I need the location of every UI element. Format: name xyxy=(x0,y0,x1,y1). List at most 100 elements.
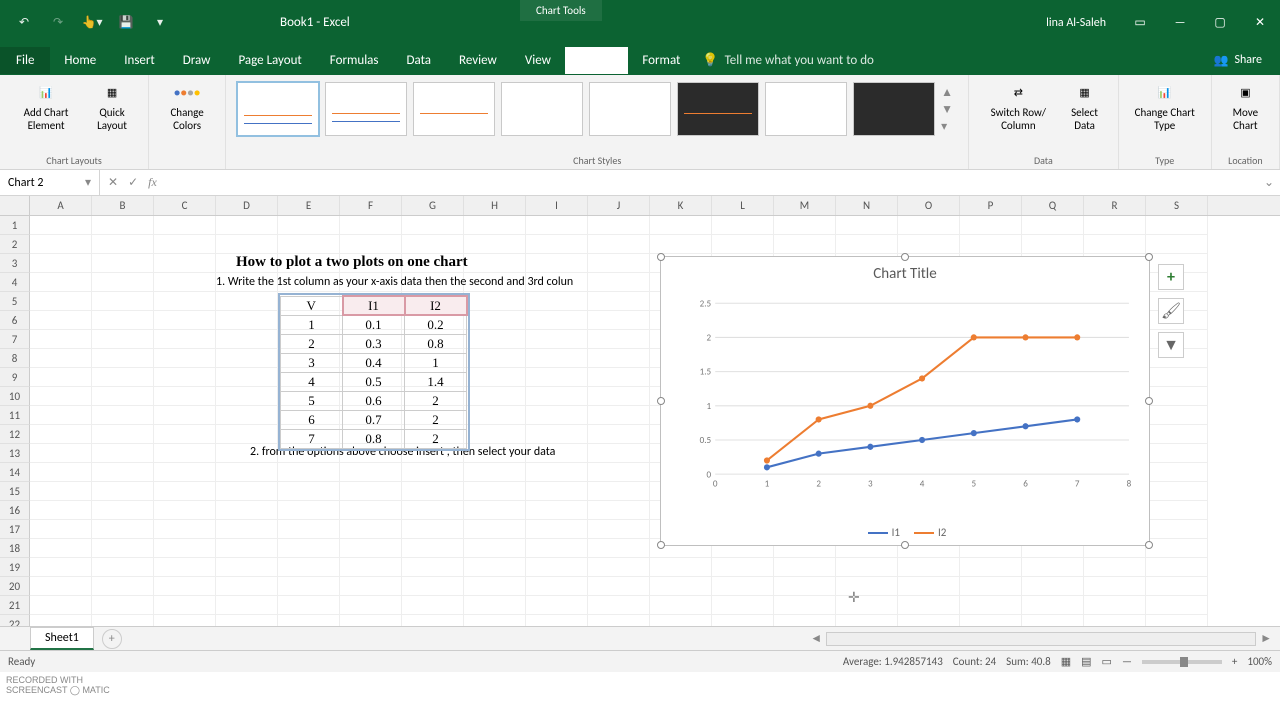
cell[interactable] xyxy=(464,558,526,577)
chart-style-5[interactable] xyxy=(589,82,671,136)
cell[interactable] xyxy=(30,349,92,368)
cell[interactable] xyxy=(588,539,650,558)
cell[interactable] xyxy=(464,501,526,520)
cell[interactable] xyxy=(898,615,960,626)
cell[interactable] xyxy=(526,520,588,539)
cell[interactable] xyxy=(154,425,216,444)
share-button[interactable]: 👥 Share xyxy=(1195,53,1280,68)
cell[interactable] xyxy=(588,349,650,368)
column-header[interactable]: Q xyxy=(1022,196,1084,215)
chart-legend[interactable]: .m1::after{background:#4472c4}I1 I2 xyxy=(661,526,1149,539)
row-header[interactable]: 21 xyxy=(0,596,30,615)
table-cell[interactable]: 3 xyxy=(281,353,343,372)
cell[interactable] xyxy=(526,577,588,596)
cell[interactable] xyxy=(92,501,154,520)
cell[interactable] xyxy=(92,235,154,254)
table-cell[interactable]: 2 xyxy=(405,391,467,410)
cell[interactable] xyxy=(526,425,588,444)
chart-elements-button[interactable]: + xyxy=(1158,264,1184,290)
chart-style-8[interactable] xyxy=(853,82,935,136)
cell[interactable] xyxy=(216,501,278,520)
cell[interactable] xyxy=(1022,558,1084,577)
cell[interactable] xyxy=(898,558,960,577)
table-header[interactable]: I1 xyxy=(343,296,405,315)
cell[interactable] xyxy=(960,235,1022,254)
cell[interactable] xyxy=(526,254,588,273)
cell[interactable] xyxy=(402,482,464,501)
cell[interactable] xyxy=(92,368,154,387)
cell[interactable] xyxy=(588,425,650,444)
cell[interactable] xyxy=(1146,368,1208,387)
cell[interactable] xyxy=(960,596,1022,615)
column-header[interactable]: C xyxy=(154,196,216,215)
cell[interactable] xyxy=(278,501,340,520)
cell[interactable] xyxy=(588,216,650,235)
cell[interactable] xyxy=(92,463,154,482)
cell[interactable] xyxy=(278,216,340,235)
cell[interactable] xyxy=(30,463,92,482)
row-header[interactable]: 22 xyxy=(0,615,30,626)
close-button[interactable]: ✕ xyxy=(1240,8,1280,38)
cell[interactable] xyxy=(588,596,650,615)
cell[interactable] xyxy=(402,615,464,626)
table-cell[interactable]: 7 xyxy=(281,429,343,448)
cell[interactable] xyxy=(154,444,216,463)
cell[interactable] xyxy=(92,273,154,292)
cell[interactable] xyxy=(216,596,278,615)
cell[interactable] xyxy=(30,273,92,292)
hscroll-right[interactable]: ► xyxy=(1260,631,1272,646)
touch-mode-button[interactable]: 👆▾ xyxy=(78,9,106,37)
cell[interactable] xyxy=(216,330,278,349)
cell[interactable] xyxy=(216,577,278,596)
column-header[interactable]: O xyxy=(898,196,960,215)
redo-button[interactable]: ↷ xyxy=(44,9,72,37)
cell[interactable] xyxy=(154,311,216,330)
insert-tab[interactable]: Insert xyxy=(110,47,169,74)
cell[interactable] xyxy=(1146,520,1208,539)
cell[interactable] xyxy=(402,501,464,520)
cell[interactable] xyxy=(960,216,1022,235)
cell[interactable] xyxy=(464,368,526,387)
cell[interactable] xyxy=(1084,235,1146,254)
cell[interactable] xyxy=(216,235,278,254)
cell[interactable] xyxy=(1146,425,1208,444)
draw-tab[interactable]: Draw xyxy=(169,47,225,74)
row-header[interactable]: 8 xyxy=(0,349,30,368)
cell[interactable] xyxy=(898,596,960,615)
column-header[interactable]: N xyxy=(836,196,898,215)
tell-me[interactable]: 💡 Tell me what you want to do xyxy=(702,53,874,68)
table-cell[interactable]: 0.6 xyxy=(343,391,405,410)
select-all-corner[interactable] xyxy=(0,196,30,215)
cell[interactable] xyxy=(1146,615,1208,626)
zoom-out-button[interactable]: — xyxy=(1122,655,1132,668)
cell[interactable] xyxy=(526,349,588,368)
cell[interactable] xyxy=(712,216,774,235)
row-header[interactable]: 6 xyxy=(0,311,30,330)
cell[interactable] xyxy=(588,558,650,577)
cell[interactable] xyxy=(340,501,402,520)
cell[interactable] xyxy=(588,311,650,330)
row-header[interactable]: 2 xyxy=(0,235,30,254)
ribbon-options-button[interactable]: ▭ xyxy=(1120,8,1160,38)
cell[interactable] xyxy=(154,520,216,539)
cell[interactable] xyxy=(464,463,526,482)
column-header[interactable]: P xyxy=(960,196,1022,215)
cell[interactable] xyxy=(650,216,712,235)
data-tab[interactable]: Data xyxy=(393,47,446,74)
hscroll-left[interactable]: ◄ xyxy=(810,631,822,646)
cell[interactable] xyxy=(526,463,588,482)
cell[interactable] xyxy=(30,330,92,349)
switch-row-column-button[interactable]: ⇄Switch Row/ Column xyxy=(977,79,1059,134)
cell[interactable] xyxy=(92,254,154,273)
cell[interactable] xyxy=(30,558,92,577)
cell[interactable] xyxy=(526,292,588,311)
cell[interactable] xyxy=(774,216,836,235)
row-header[interactable]: 11 xyxy=(0,406,30,425)
cell[interactable] xyxy=(92,216,154,235)
cell[interactable] xyxy=(30,520,92,539)
cell[interactable] xyxy=(650,558,712,577)
cell[interactable] xyxy=(216,615,278,626)
gallery-up[interactable]: ▲ xyxy=(941,85,957,100)
cell[interactable] xyxy=(1146,216,1208,235)
cell[interactable] xyxy=(402,577,464,596)
